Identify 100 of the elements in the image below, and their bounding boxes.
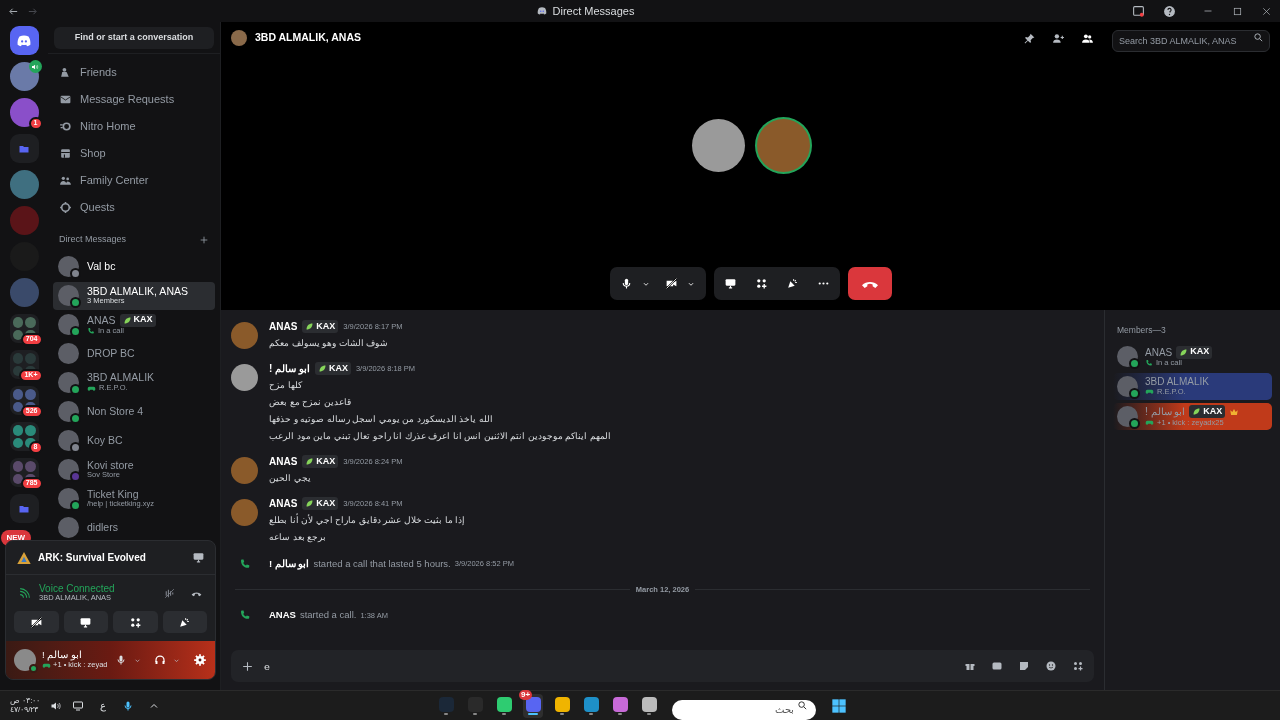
emoji-icon[interactable] — [1045, 660, 1057, 672]
nav-item[interactable]: Nitro Home — [53, 114, 215, 138]
message-author: ANAS — [269, 320, 298, 334]
message-author: ANAS — [269, 497, 298, 511]
section-heading: Members—3 — [1116, 324, 1167, 337]
apps-icon[interactable] — [1072, 660, 1084, 672]
dm-name: Val bc — [87, 260, 116, 273]
leaf-icon — [305, 457, 315, 466]
soundboard-button[interactable] — [162, 611, 207, 633]
nav-item[interactable]: Family Center — [53, 168, 215, 192]
call-author: ابو سالم ! — [269, 556, 310, 572]
plus-icon[interactable] — [241, 659, 254, 673]
dm-name: Kovi store — [87, 459, 134, 472]
message-text: قاعدين نمزح مع بعض — [269, 396, 352, 409]
discord-logo-icon — [535, 5, 548, 17]
server-icon[interactable] — [9, 170, 39, 199]
close-icon[interactable] — [1261, 5, 1272, 17]
leaf-icon — [305, 499, 315, 508]
taskbar-app[interactable] — [581, 694, 601, 718]
leaf-icon — [1192, 407, 1202, 417]
screen-share-icon[interactable] — [192, 551, 205, 564]
dm-item[interactable]: Non Store 4 — [53, 397, 215, 426]
nitro-icon — [59, 119, 72, 133]
nav-item[interactable]: Shop — [53, 141, 215, 165]
search-field[interactable]: Search 3BD ALMALIK, ANAS — [1112, 30, 1270, 52]
message-author: ANAS — [269, 455, 298, 469]
message-composer[interactable]: e — [231, 650, 1094, 682]
plus-icon[interactable] — [199, 234, 209, 245]
monitor-icon[interactable] — [72, 699, 85, 712]
home-button[interactable] — [9, 26, 39, 55]
channel-title: 3BD ALMALIK, ANAS — [255, 30, 362, 46]
pin-icon[interactable] — [1023, 31, 1036, 45]
maximize-icon[interactable] — [1232, 5, 1243, 17]
person-icon — [59, 65, 72, 79]
guild-tag: KAX — [1176, 345, 1213, 359]
status-indicator — [1129, 417, 1140, 429]
conversation-search-button[interactable]: Find or start a conversation — [54, 26, 214, 49]
dm-name: 3BD ALMALIK, ANAS — [87, 285, 188, 298]
taskbar-search-field[interactable]: بحث — [672, 699, 816, 720]
taskbar-app[interactable] — [552, 694, 572, 718]
guild-tag: KAX — [302, 320, 339, 333]
message-text: يجي الحين — [269, 472, 312, 485]
apps-icon[interactable] — [754, 277, 768, 290]
dm-item[interactable]: didlers — [53, 513, 215, 542]
clock-time: ٠٣:٠٠ ص — [10, 696, 41, 705]
camera-off-icon — [29, 615, 43, 629]
taskbar-app[interactable] — [494, 694, 514, 718]
inbox-icon[interactable] — [1132, 4, 1145, 18]
screen-share-button[interactable] — [63, 611, 108, 633]
nav-item[interactable]: Quests — [53, 195, 215, 219]
help-icon[interactable] — [1163, 4, 1176, 18]
server-folder[interactable] — [9, 386, 39, 415]
sticker-icon[interactable] — [1018, 660, 1030, 672]
avatar[interactable] — [14, 649, 36, 671]
guild-tag: KAX — [302, 455, 339, 468]
nav-item[interactable]: Friends — [53, 60, 215, 84]
screen-share-icon[interactable] — [723, 277, 737, 290]
dm-item[interactable]: Val bc — [53, 252, 215, 281]
phone-icon — [239, 609, 251, 622]
shop-icon — [59, 146, 72, 160]
message-text: كلها مزح — [269, 379, 304, 392]
message-text: إذا ما بثيت خلال عشر دقايق ماراح اجي لأن أنا بطلع — [269, 513, 465, 527]
windows-start-icon[interactable] — [831, 698, 847, 714]
settings-icon[interactable] — [193, 653, 207, 667]
camera-off-icon[interactable] — [664, 277, 678, 290]
message-input[interactable]: e — [264, 654, 949, 678]
call-event-text: started a call that lasted 5 hours. — [313, 556, 451, 571]
search-icon — [1253, 32, 1264, 43]
dm-item[interactable]: DROP BC — [53, 339, 215, 368]
nav-item[interactable]: Message Requests — [53, 87, 215, 111]
voice-status: Voice Connected — [39, 582, 116, 595]
dm-name: ANAS — [87, 314, 116, 327]
phone-icon — [239, 558, 251, 570]
noise-suppression-icon[interactable] — [163, 586, 176, 600]
taskbar-app[interactable] — [610, 694, 630, 718]
gif-icon[interactable] — [991, 660, 1003, 672]
server-folder[interactable] — [9, 458, 39, 487]
language-indicator[interactable]: ع — [100, 698, 107, 713]
group-avatar — [231, 30, 247, 46]
message-text: المهم ايناكم موجودين انتم الاثنين انس انا اعرف عذرك انا راحو تعال تبني ماين مود الرعب — [269, 430, 611, 443]
headset-icon[interactable] — [154, 654, 166, 666]
soundboard-icon[interactable] — [785, 277, 799, 290]
section-heading: Direct Messages — [59, 233, 127, 246]
hang-up-button[interactable] — [847, 267, 892, 300]
microphone-icon[interactable] — [115, 654, 127, 666]
server-icon[interactable] — [9, 62, 39, 91]
add-friend-icon[interactable] — [1052, 31, 1065, 45]
dm-name: didlers — [87, 521, 118, 534]
status-indicator — [29, 664, 38, 673]
activities-button[interactable] — [113, 611, 158, 633]
server-icon[interactable] — [9, 98, 39, 127]
dm-item[interactable]: Koy BC — [53, 426, 215, 455]
guild-tag: KAX — [1189, 405, 1226, 419]
taskbar-app[interactable] — [639, 694, 659, 718]
member-name: ANAS — [1145, 346, 1173, 358]
screen-share-icon — [79, 615, 93, 629]
soundboard-icon — [178, 615, 192, 629]
gamepad-icon — [1145, 418, 1154, 428]
camera-button[interactable] — [14, 611, 59, 633]
message-text: شوف الشات وهو يسولف معكم — [269, 337, 389, 350]
